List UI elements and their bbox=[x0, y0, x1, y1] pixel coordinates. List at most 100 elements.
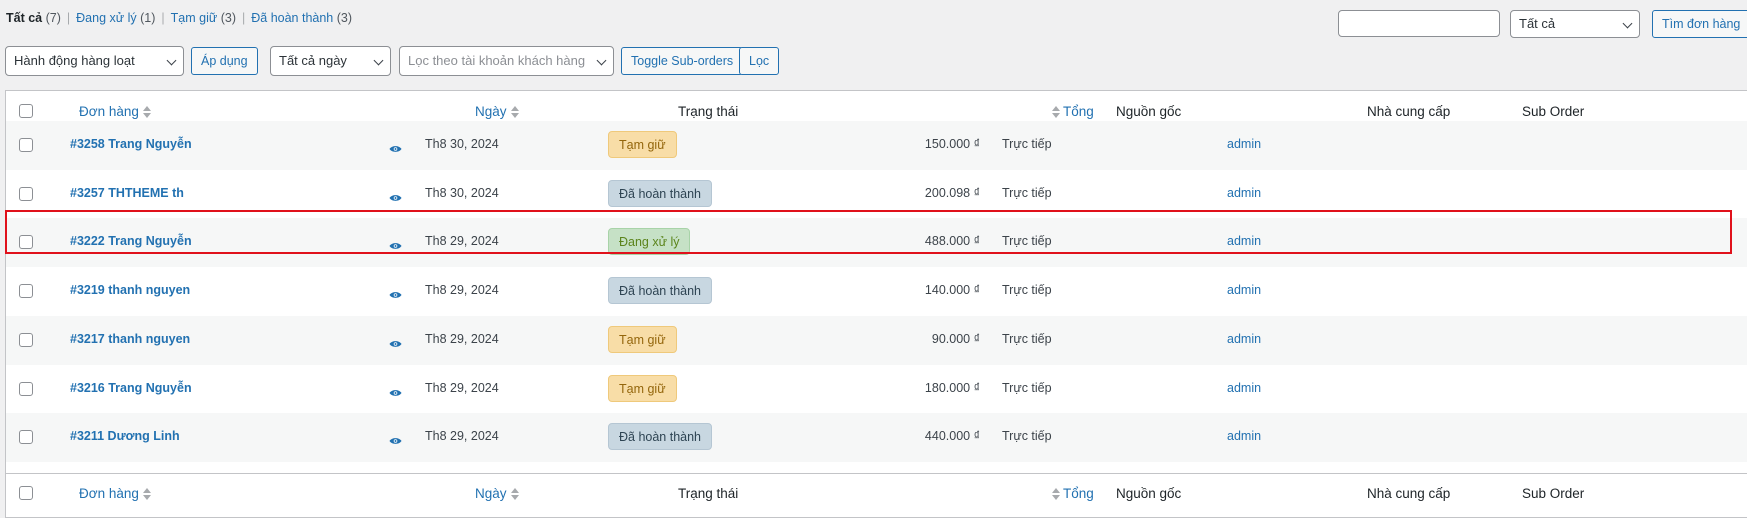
order-date: Th8 29, 2024 bbox=[425, 381, 499, 395]
eye-icon[interactable] bbox=[389, 336, 402, 347]
chevron-down-icon bbox=[166, 55, 177, 66]
vendor-link[interactable]: admin bbox=[1227, 137, 1261, 151]
order-date: Th8 29, 2024 bbox=[425, 332, 499, 346]
table-row: #3217 thanh nguyen Th8 29, 2024 Tạm giữ 90.… bbox=[6, 316, 1747, 365]
row-checkbox[interactable] bbox=[19, 284, 33, 298]
eye-icon[interactable] bbox=[389, 433, 402, 444]
status-badge: Tạm giữ bbox=[608, 326, 677, 353]
filter-all[interactable]: Tất cả (7) bbox=[6, 11, 61, 25]
status-badge: Đã hoàn thành bbox=[608, 423, 713, 450]
search-scope-select[interactable]: Tất cả bbox=[1510, 10, 1640, 38]
column-order[interactable]: Đơn hàng bbox=[79, 486, 151, 501]
sort-arrows-icon bbox=[142, 105, 151, 119]
filter-onhold-count: (3) bbox=[220, 11, 236, 25]
order-total: 140.000 ₫ bbox=[924, 283, 980, 297]
eye-icon[interactable] bbox=[389, 141, 402, 152]
order-source: Trực tiếp bbox=[1002, 381, 1052, 395]
search-scope-value: Tất cả bbox=[1519, 16, 1556, 31]
order-link[interactable]: #3219 thanh nguyen bbox=[70, 283, 190, 297]
row-checkbox[interactable] bbox=[19, 382, 33, 396]
column-suborder: Sub Order bbox=[1522, 104, 1585, 119]
order-date: Th8 30, 2024 bbox=[425, 186, 499, 200]
order-total: 150.000 ₫ bbox=[924, 137, 980, 151]
filter-button[interactable]: Lọc bbox=[739, 47, 780, 75]
table-row: #3219 thanh nguyen Th8 29, 2024 Đã hoàn th… bbox=[6, 267, 1747, 316]
order-date: Th8 30, 2024 bbox=[425, 137, 499, 151]
order-link[interactable]: #3258 Trang Nguyễn bbox=[70, 137, 192, 151]
filter-completed[interactable]: Đã hoàn thành bbox=[251, 11, 333, 25]
orders-table: Đơn hàng Ngày Trạng thái Tổng Nguồn gốc … bbox=[5, 90, 1747, 518]
vendor-link[interactable]: admin bbox=[1227, 429, 1261, 443]
order-total: 180.000 ₫ bbox=[924, 381, 980, 395]
bulk-action-select[interactable]: Hành động hàng loạt bbox=[5, 46, 184, 76]
filter-all-label: Tất cả bbox=[6, 11, 43, 25]
order-source: Trực tiếp bbox=[1002, 429, 1052, 443]
row-checkbox[interactable] bbox=[19, 138, 33, 152]
column-suborder: Sub Order bbox=[1522, 486, 1585, 501]
status-badge: Đã hoàn thành bbox=[608, 277, 713, 304]
customer-filter-select[interactable]: Lọc theo tài khoản khách hàng bbox=[399, 46, 614, 76]
column-total-label: Tổng bbox=[1063, 486, 1094, 501]
row-checkbox[interactable] bbox=[19, 187, 33, 201]
eye-icon[interactable] bbox=[389, 287, 402, 298]
column-total[interactable]: Tổng bbox=[1052, 104, 1094, 119]
order-total: 90.000 ₫ bbox=[931, 332, 980, 346]
column-vendor: Nhà cung cấp bbox=[1367, 486, 1451, 501]
eye-icon[interactable] bbox=[389, 190, 402, 201]
order-source: Trực tiếp bbox=[1002, 332, 1052, 346]
row-checkbox[interactable] bbox=[19, 333, 33, 347]
column-date-label: Ngày bbox=[475, 104, 507, 119]
order-date: Th8 29, 2024 bbox=[425, 283, 499, 297]
column-date-label: Ngày bbox=[475, 486, 507, 501]
date-filter-select[interactable]: Tất cả ngày bbox=[270, 46, 391, 76]
status-badge: Đã hoàn thành bbox=[608, 180, 713, 207]
column-date[interactable]: Ngày bbox=[475, 486, 519, 501]
table-row: #3216 Trang Nguyễn Th8 29, 2024 Tạm giữ 180… bbox=[6, 365, 1747, 414]
filter-onhold-label: Tạm giữ bbox=[170, 11, 218, 25]
vendor-link[interactable]: admin bbox=[1227, 381, 1261, 395]
column-status: Trạng thái bbox=[678, 104, 739, 119]
vendor-link[interactable]: admin bbox=[1227, 332, 1261, 346]
toggle-suborders-button[interactable]: Toggle Sub-orders bbox=[621, 47, 744, 75]
vendor-link[interactable]: admin bbox=[1227, 186, 1261, 200]
sort-arrows-icon bbox=[1052, 487, 1060, 501]
order-date: Th8 29, 2024 bbox=[425, 429, 499, 443]
select-all-checkbox[interactable] bbox=[19, 486, 33, 500]
table-row: #3211 Dương Linh Th8 29, 2024 Đã hoàn thàn… bbox=[6, 413, 1747, 462]
order-source: Trực tiếp bbox=[1002, 137, 1052, 151]
filter-processing-label: Đang xử lý bbox=[76, 11, 137, 25]
filter-processing[interactable]: Đang xử lý bbox=[76, 11, 136, 25]
filter-onhold[interactable]: Tạm giữ bbox=[171, 11, 218, 25]
column-source: Nguồn gốc bbox=[1116, 486, 1182, 501]
status-filter-links: Tất cả (7) | Đang xử lý (1) | Tạm giữ (3) | Đã… bbox=[6, 11, 352, 25]
column-order[interactable]: Đơn hàng bbox=[79, 104, 151, 119]
order-search-input[interactable] bbox=[1338, 10, 1500, 37]
column-source: Nguồn gốc bbox=[1116, 104, 1182, 119]
filter-separator: | bbox=[242, 11, 246, 25]
vendor-link[interactable]: admin bbox=[1227, 283, 1261, 297]
row-checkbox[interactable] bbox=[19, 430, 33, 444]
chevron-down-icon bbox=[373, 55, 384, 66]
sort-arrows-icon bbox=[142, 487, 151, 501]
order-link[interactable]: #3211 Dương Linh bbox=[70, 429, 180, 443]
column-total-label: Tổng bbox=[1063, 104, 1094, 119]
sort-arrows-icon bbox=[510, 105, 519, 119]
eye-icon[interactable] bbox=[389, 385, 402, 396]
status-badge: Tạm giữ bbox=[608, 375, 677, 402]
status-badge: Tạm giữ bbox=[608, 131, 677, 158]
order-link[interactable]: #3257 THTHEME th bbox=[70, 186, 184, 200]
sort-arrows-icon bbox=[510, 487, 519, 501]
order-link[interactable]: #3217 thanh nguyen bbox=[70, 332, 190, 346]
apply-button[interactable]: Áp dụng bbox=[191, 47, 258, 75]
column-date[interactable]: Ngày bbox=[475, 104, 519, 119]
column-total[interactable]: Tổng bbox=[1052, 486, 1094, 501]
filter-completed-label: Đã hoàn thành bbox=[251, 11, 334, 25]
column-order-label: Đơn hàng bbox=[79, 486, 139, 501]
order-link[interactable]: #3216 Trang Nguyễn bbox=[70, 381, 192, 395]
search-orders-button[interactable]: Tìm đơn hàng bbox=[1652, 10, 1747, 38]
customer-filter-placeholder: Lọc theo tài khoản khách hàng bbox=[408, 53, 586, 68]
order-total: 440.000 ₫ bbox=[924, 429, 980, 443]
select-all-checkbox[interactable] bbox=[19, 104, 33, 118]
sort-arrows-icon bbox=[1052, 105, 1060, 119]
date-filter-value: Tất cả ngày bbox=[279, 53, 347, 68]
